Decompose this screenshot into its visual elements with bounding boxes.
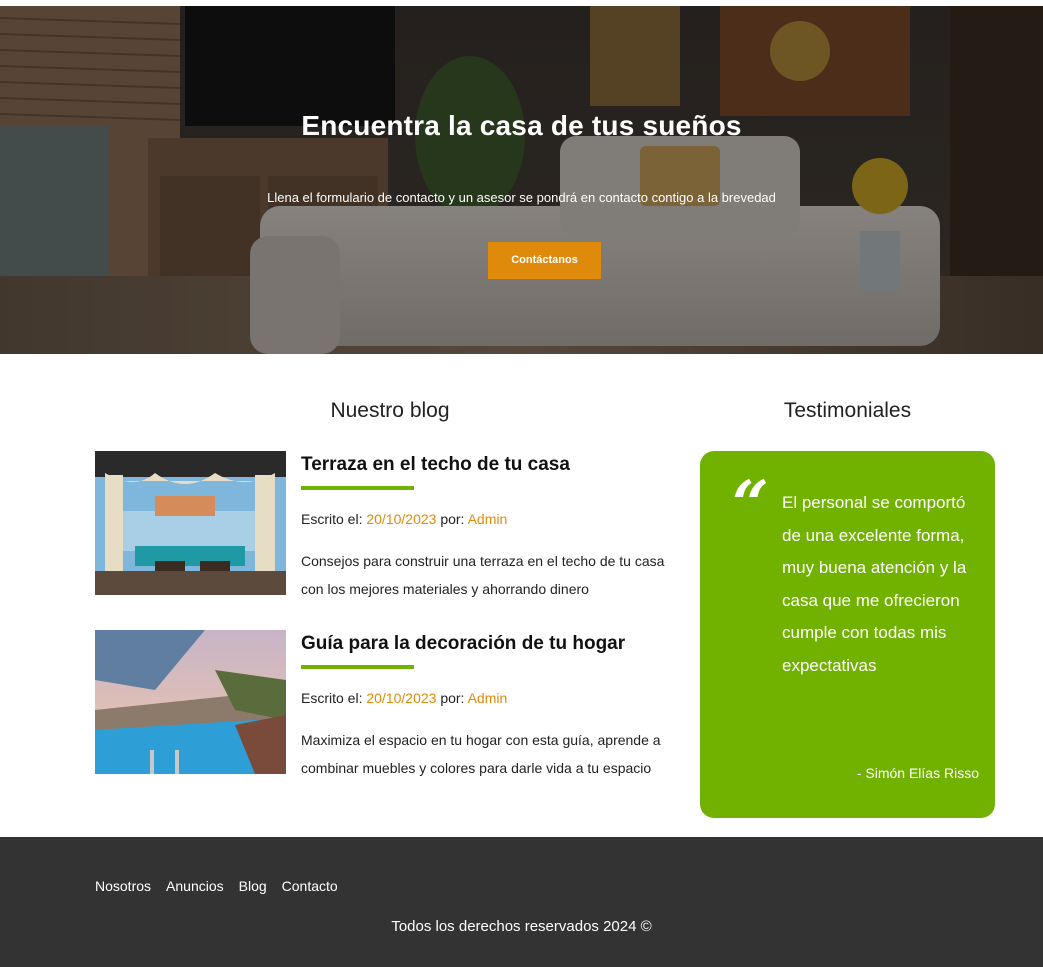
meta-prefix: Escrito el: — [301, 511, 367, 527]
blog-entry-meta: Escrito el: 20/10/2023 por: Admin — [301, 689, 685, 707]
blog-entry: Guía para la decoración de tu hogar Escr… — [95, 630, 685, 776]
blog-entry-date: 20/10/2023 — [366, 511, 437, 527]
blog-entry-meta: Escrito el: 20/10/2023 por: Admin — [301, 510, 685, 528]
footer-link-anuncios[interactable]: Anuncios — [166, 878, 224, 894]
testimonials-section-title: Testimoniales — [783, 399, 912, 422]
author-prefix: por: — [436, 511, 468, 527]
testimonial-author: - Simón Elías Risso — [856, 765, 979, 781]
blog-entry-author: Admin — [467, 690, 508, 706]
footer-link-contacto[interactable]: Contacto — [282, 878, 338, 894]
rooftop-terrace-photo — [95, 451, 286, 595]
title-underline — [301, 486, 414, 490]
copyright: Todos los derechos reservados 2024 © — [391, 918, 652, 935]
quote-icon: “ — [732, 467, 769, 542]
hero-section: Encuentra la casa de tus sueños Llena el… — [0, 6, 1043, 354]
blog-entry-image[interactable] — [95, 630, 286, 774]
infinity-pool-photo — [95, 630, 286, 774]
footer-link-nosotros[interactable]: Nosotros — [95, 878, 151, 894]
blog-entry-author: Admin — [467, 511, 508, 527]
blog-entry-title[interactable]: Guía para la decoración de tu hogar — [301, 632, 685, 656]
blog-entry-body: Guía para la decoración de tu hogar Escr… — [301, 630, 685, 782]
footer: Nosotros Anuncios Blog Contacto Todos lo… — [0, 837, 1043, 967]
contact-button[interactable]: Contáctanos — [488, 242, 601, 279]
meta-prefix: Escrito el: — [301, 690, 367, 706]
testimonial-card: “ El personal se comportó de una excelen… — [700, 451, 995, 818]
hero-overlay — [0, 6, 1043, 354]
blog-entry: Terraza en el techo de tu casa Escrito e… — [95, 451, 685, 597]
hero-title: Encuentra la casa de tus sueños — [301, 110, 742, 141]
blog-entry-body: Terraza en el techo de tu casa Escrito e… — [301, 451, 685, 603]
blog-entry-image[interactable] — [95, 451, 286, 595]
blog-entry-date: 20/10/2023 — [366, 690, 437, 706]
blog-entry-title[interactable]: Terraza en el techo de tu casa — [301, 453, 685, 477]
blog-section-title: Nuestro blog — [330, 399, 450, 422]
testimonial-text: El personal se comportó de una excelente… — [782, 493, 967, 675]
hero-subtitle: Llena el formulario de contacto y un ase… — [267, 190, 776, 205]
blog-entry-text: Consejos para construir una terraza en e… — [301, 553, 665, 597]
blog-entry-text: Maximiza el espacio en tu hogar con esta… — [301, 732, 661, 776]
footer-nav: Nosotros Anuncios Blog Contacto — [95, 878, 338, 894]
title-underline — [301, 665, 414, 669]
footer-link-blog[interactable]: Blog — [239, 878, 267, 894]
author-prefix: por: — [436, 690, 468, 706]
